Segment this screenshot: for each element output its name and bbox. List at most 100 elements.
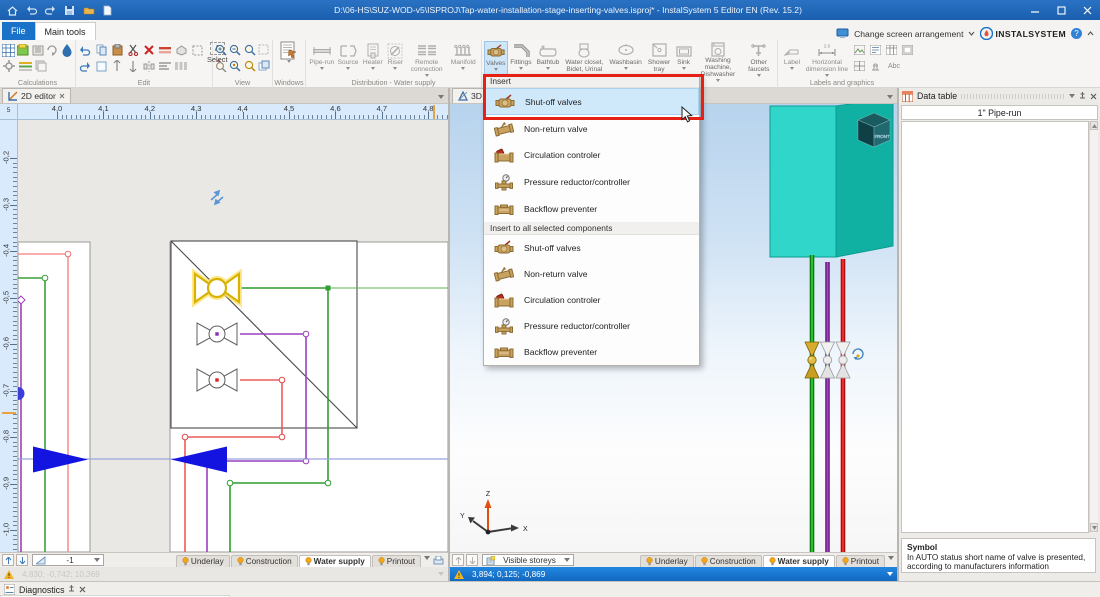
pane-splitter[interactable] (897, 88, 899, 581)
ribbon-button-horizontal-dimension-line[interactable]: 2.0Horizontal dimension line (804, 41, 850, 77)
ribbon-button-bathtub[interactable]: Bathtub (534, 41, 562, 77)
storey-up-button[interactable] (452, 554, 464, 566)
menu-item-pressure-reductor-controller[interactable]: Pressure reductor/controller (484, 169, 699, 196)
ribbon-button-remote-connection[interactable]: Remote connection (406, 41, 448, 77)
visible-storeys-selector[interactable]: Visible storeys (482, 554, 574, 566)
menu-item-circulation-controler[interactable]: Circulation controler (484, 142, 699, 169)
move-up-icon[interactable] (110, 59, 124, 73)
ribbon-button-source[interactable]: Source (336, 41, 361, 77)
delete-icon[interactable] (142, 43, 156, 57)
shut-off-valve-3d-gold[interactable] (805, 342, 819, 378)
maximize-button[interactable] (1048, 0, 1074, 20)
menu-item-circulation-controler[interactable]: Circulation controler (484, 287, 699, 313)
distribute-icon[interactable] (174, 59, 188, 73)
ribbon-button-shower-tray[interactable]: Shower tray (644, 41, 673, 77)
windows-button[interactable] (275, 41, 303, 77)
zoom-out-icon[interactable] (229, 43, 241, 57)
change-screen-arrangement[interactable]: Change screen arrangement (854, 29, 963, 39)
undo-edit-icon[interactable] (78, 43, 92, 57)
scroll-down-button[interactable] (1090, 523, 1098, 532)
zoom-previous-icon[interactable] (215, 59, 227, 73)
menu-item-non-return-valve[interactable]: Non-return valve (484, 261, 699, 287)
zoom-extents-icon[interactable] (244, 43, 256, 57)
grid-icon[interactable] (852, 59, 866, 73)
stamp-icon[interactable] (868, 59, 882, 73)
menu-item-shut-off-valves[interactable]: Shut-off valves (484, 235, 699, 261)
ribbon-button-label[interactable]: Label (780, 41, 804, 77)
pin-icon[interactable] (1079, 92, 1086, 101)
abc-text-icon[interactable]: Abc (884, 59, 904, 73)
ribbon-button-washing-machine-dishwasher[interactable]: Washing machine, Dishwasher (693, 41, 742, 77)
pan-views-icon[interactable] (258, 59, 270, 73)
shut-off-valve-3d-white-2[interactable] (836, 342, 850, 378)
menu-item-pressure-reductor-controller[interactable]: Pressure reductor/controller (484, 313, 699, 339)
save-icon[interactable] (63, 4, 76, 17)
storey-down-button[interactable] (466, 554, 478, 566)
menu-item-backflow-preventer[interactable]: Backflow preventer (484, 339, 699, 365)
mirror-icon[interactable] (142, 59, 156, 73)
scroll-up-button[interactable] (1090, 121, 1098, 130)
minimize-button[interactable] (1022, 0, 1048, 20)
valve-symbol-hot-water[interactable] (197, 369, 237, 391)
table-graphic-icon[interactable] (884, 43, 898, 57)
layer-tabs-chevron-icon[interactable] (888, 556, 894, 560)
ribbon-button-washbasin[interactable]: Washbasin (607, 41, 644, 77)
ribbon-button-manifold[interactable]: Manifold (447, 41, 479, 77)
pipe-colors-icon[interactable] (18, 59, 32, 73)
layer-tabs-chevron-icon[interactable] (424, 556, 430, 560)
delete-row-icon[interactable] (158, 43, 172, 57)
property-grid-scrollbar[interactable] (1089, 121, 1098, 533)
panel-drag-area[interactable] (961, 94, 1065, 99)
tab-2d-editor[interactable]: 2D editor (2, 88, 71, 103)
collapse-ribbon-icon[interactable] (1087, 31, 1094, 36)
refresh-icon[interactable] (46, 43, 58, 57)
tab-list-chevron-icon[interactable] (887, 95, 893, 99)
layer-tab-printout[interactable]: Printout (836, 555, 885, 568)
close-button[interactable] (1074, 0, 1100, 20)
ribbon-button-riser[interactable]: Riser (385, 41, 406, 77)
layer-tab-construction[interactable]: Construction (695, 555, 762, 568)
pane-splitter[interactable] (448, 88, 450, 581)
pin-icon[interactable] (68, 585, 75, 594)
layer-tab-underlay[interactable]: Underlay (640, 555, 694, 568)
ribbon-button-fittings[interactable]: Fittings (508, 41, 535, 77)
layer-tab-underlay[interactable]: Underlay (176, 555, 230, 568)
new-file-icon[interactable] (101, 4, 114, 17)
panel-menu-chevron-icon[interactable] (1069, 94, 1075, 98)
storey-selector[interactable]: -1 (32, 554, 104, 566)
redo-edit-icon[interactable] (78, 59, 92, 73)
ribbon-button-water-closet-bidet-urinal[interactable]: Water closet, Bidet, Urinal (562, 41, 607, 77)
layer-tab-construction[interactable]: Construction (231, 555, 298, 568)
window-select-icon[interactable] (94, 59, 108, 73)
tab-list-chevron-icon[interactable] (438, 95, 444, 99)
home-icon[interactable] (6, 4, 19, 17)
building-icon[interactable] (32, 43, 44, 57)
ribbon-button-valves[interactable]: Valves (484, 41, 508, 77)
ribbon-button-other-faucets[interactable]: Other faucets (743, 41, 775, 77)
zoom-in-icon[interactable] (215, 43, 227, 57)
tab-main-tools[interactable]: Main tools (35, 22, 96, 40)
diagnostics-panel-header[interactable]: Diagnostics (4, 584, 86, 595)
ribbon-button-sink[interactable]: Sink (674, 41, 694, 77)
copy-icon[interactable] (94, 43, 108, 57)
layer-tab-water-supply[interactable]: Water supply (763, 555, 835, 568)
2d-canvas[interactable] (18, 120, 448, 552)
cut-icon[interactable] (126, 43, 140, 57)
frame-icon[interactable] (900, 43, 914, 57)
menu-item-backflow-preventer[interactable]: Backflow preventer (484, 196, 699, 223)
shut-off-valve-symbol-selected[interactable] (195, 274, 239, 302)
results-icon[interactable] (17, 43, 30, 57)
storey-up-button[interactable] (2, 554, 14, 566)
valve-symbol-circulation[interactable] (197, 323, 237, 345)
group-icon[interactable] (190, 43, 204, 57)
ribbon-button-heater[interactable]: Heater (360, 41, 385, 77)
ribbon-button-pipe-run[interactable]: Pipe-run (308, 41, 336, 77)
navigation-cube[interactable]: FRONT (858, 113, 890, 147)
zoom-window-icon[interactable] (258, 43, 270, 57)
calculation-table-icon[interactable] (2, 43, 15, 57)
chevron-down-icon[interactable] (968, 31, 975, 36)
layer-tab-water-supply[interactable]: Water supply (299, 555, 371, 568)
block-icon[interactable] (174, 43, 188, 57)
close-tab-icon[interactable] (59, 93, 65, 99)
water-drop-icon[interactable] (61, 43, 73, 57)
